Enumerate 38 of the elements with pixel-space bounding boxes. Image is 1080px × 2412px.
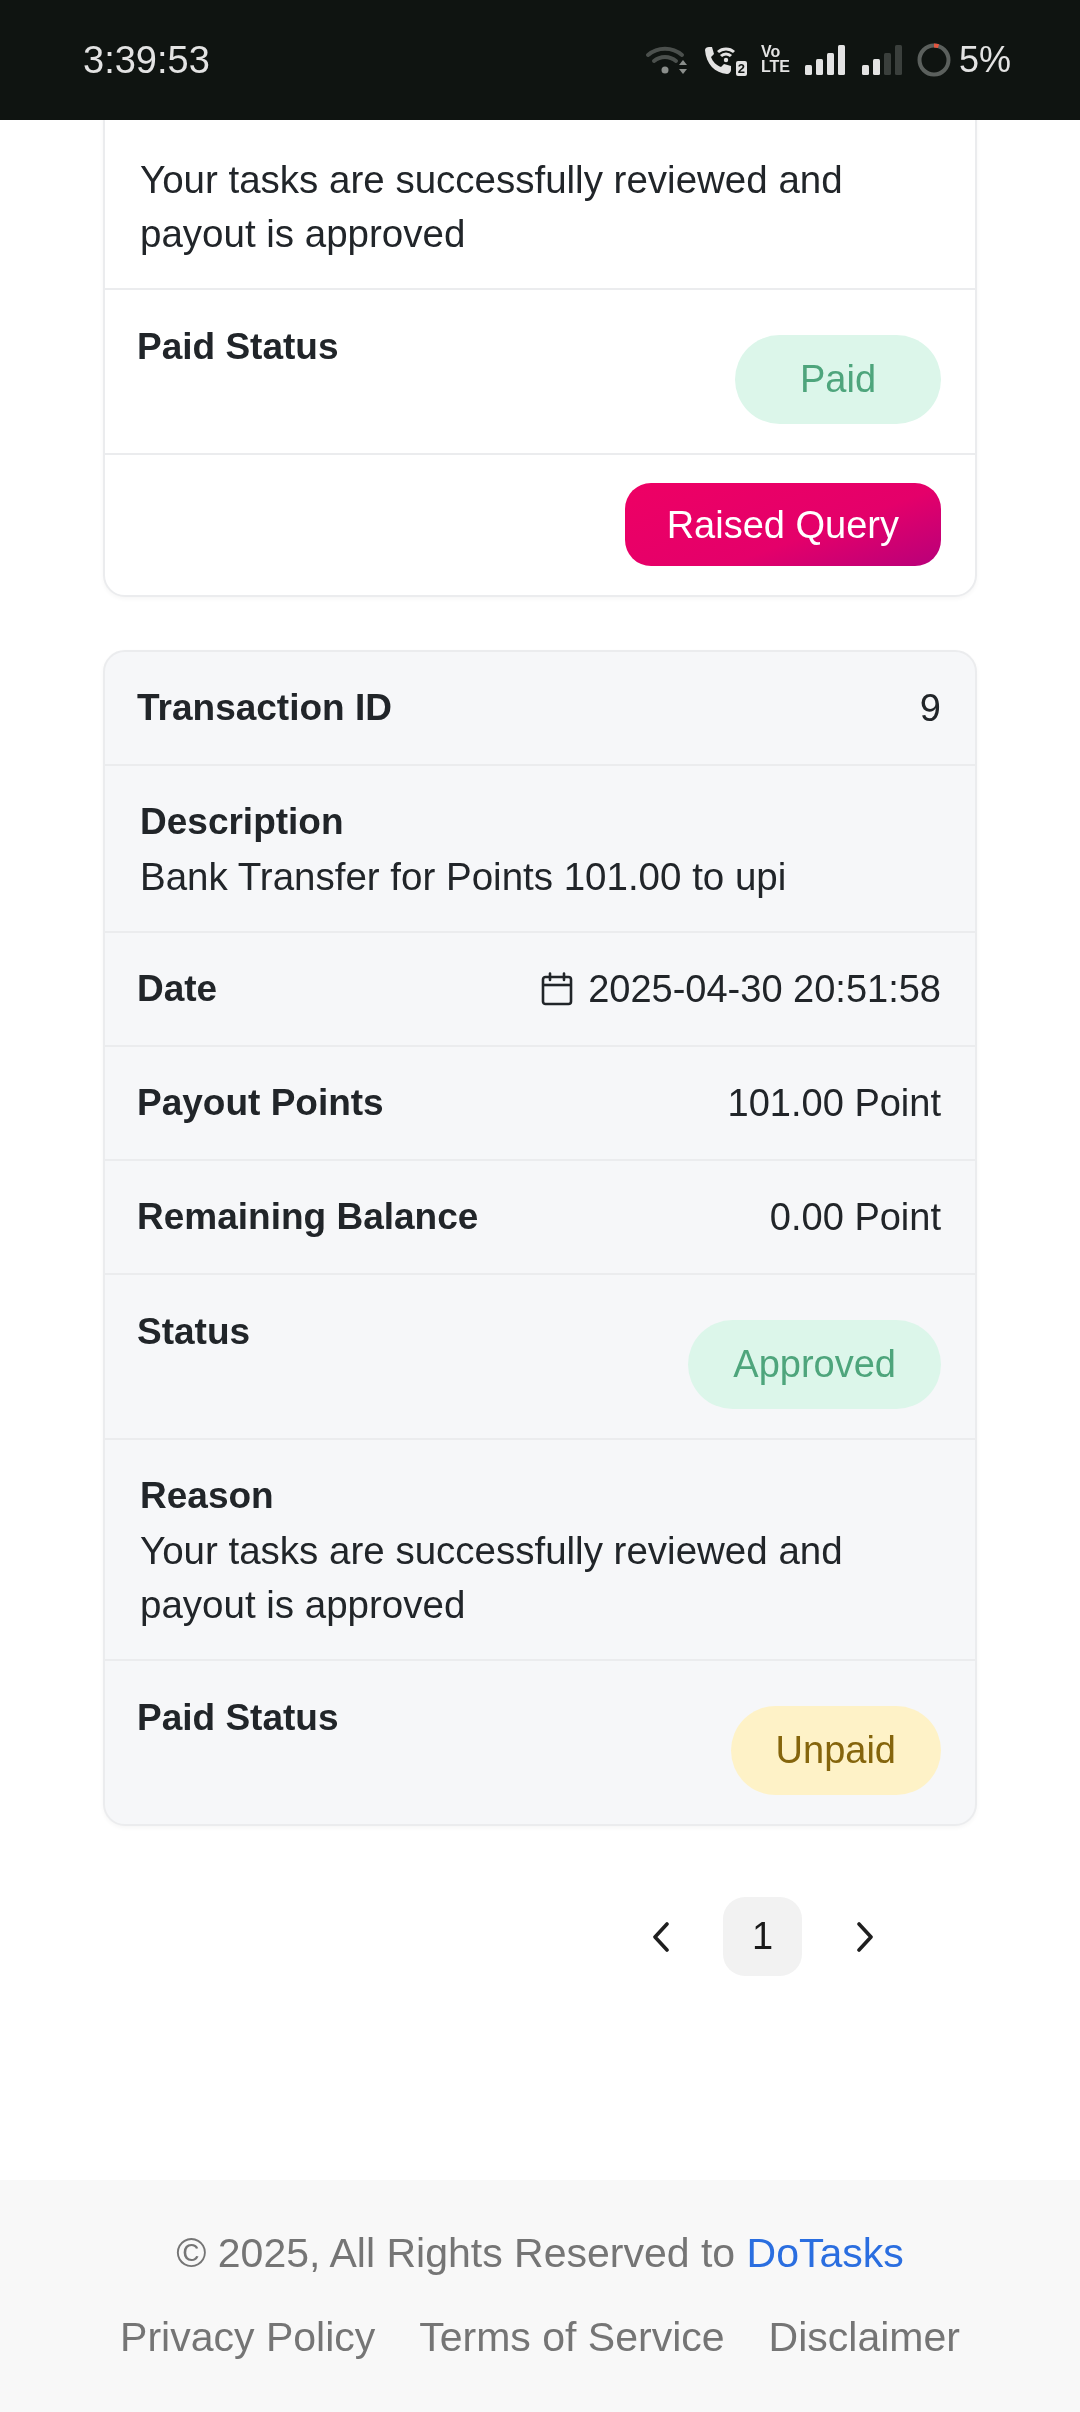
field-value: 101.00 Point [727, 1081, 941, 1125]
field-label: Remaining Balance [137, 1195, 479, 1239]
sim-number: 2 [735, 61, 747, 76]
field-label: Date [137, 967, 218, 1011]
page-number-button[interactable]: 1 [723, 1897, 802, 1976]
volte-label: Vo [760, 45, 782, 59]
field-value: 0.00 Point [769, 1195, 941, 1239]
clock-time: 3:39:53 [83, 41, 210, 79]
chevron-left-icon [651, 1921, 670, 1952]
date-value: 2025-04-30 20:51:58 [588, 967, 941, 1011]
brand-link[interactable]: DoTasks [746, 2230, 904, 2276]
field-value: 9 [919, 686, 941, 730]
footer-link[interactable]: Privacy Policy [120, 2313, 376, 2361]
raised-query-button[interactable]: Raised Query [624, 483, 941, 566]
wifi-icon [644, 44, 689, 76]
field-label: Paid Status [137, 325, 339, 369]
signal-icon [804, 45, 847, 75]
chevron-right-icon [855, 1921, 874, 1952]
field-label: Transaction ID [137, 686, 392, 730]
field-value: Your tasks are successfully reviewed and payout is approved [140, 157, 844, 257]
signal-icon [861, 45, 904, 75]
field-value: Your tasks are successfully reviewed and payout is approved [140, 1528, 844, 1628]
field-label: Reason [140, 1474, 274, 1518]
status-badge: Unpaid [730, 1706, 941, 1795]
field-label: Status [137, 1310, 251, 1354]
calendar-icon [541, 972, 574, 1006]
field-label: Description [140, 800, 344, 844]
footer-link[interactable]: Disclaimer [768, 2313, 960, 2361]
field-label: Paid Status [137, 1696, 339, 1740]
field-label: Payout Points [137, 1081, 384, 1125]
footer-link[interactable]: Terms of Service [419, 2313, 725, 2361]
status-badge: Paid [735, 335, 941, 424]
battery-ring-icon [915, 42, 952, 78]
battery-percent: 5% [958, 42, 1011, 78]
status-badge: Approved [688, 1320, 941, 1409]
copyright-text: © 2025, All Rights Reserved to DoTasks [176, 2229, 904, 2277]
lte-label: LTE [760, 59, 790, 75]
field-value: Bank Transfer for Points 101.00 to upi [140, 854, 787, 900]
